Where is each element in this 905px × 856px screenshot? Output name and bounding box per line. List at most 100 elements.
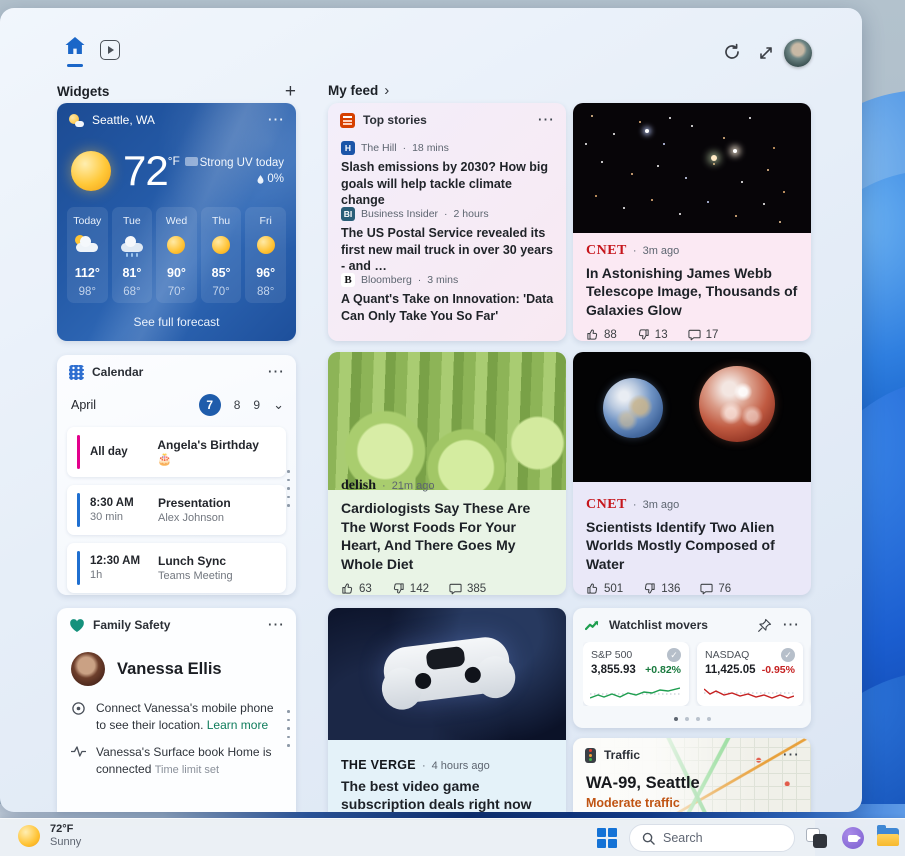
news-card-galaxies[interactable]: CNET ·3m ago In Astonishing James Webb T… <box>573 103 811 341</box>
ticker-sp500[interactable]: S&P 500✓ 3,855.93+0.82% <box>583 642 689 706</box>
thumb-down-icon <box>637 328 650 341</box>
headline[interactable]: The best video game subscription deals r… <box>341 777 553 812</box>
pin-button[interactable] <box>755 616 773 634</box>
learn-more-link[interactable]: Learn more <box>207 718 268 732</box>
watchlist-pagination[interactable] <box>573 717 811 721</box>
like-button[interactable]: 501 <box>586 582 623 595</box>
traffic-more-button[interactable]: ⋯ <box>782 746 799 763</box>
headline[interactable]: In Astonishing James Webb Telescope Imag… <box>586 264 798 319</box>
refresh-icon <box>723 43 741 61</box>
calendar-month: April <box>71 398 96 412</box>
taskbar-condition: Sunny <box>50 836 81 848</box>
widgets-panel: Widgets + My feed › Seattle, WA ⋯ 72 °F … <box>0 8 862 812</box>
weather-location: Seattle, WA <box>92 113 155 127</box>
weather-more-button[interactable]: ⋯ <box>267 111 284 128</box>
news-card-delish[interactable]: delish ·21m ago Cardiologists Say These … <box>328 352 566 595</box>
search-icon <box>642 832 655 845</box>
sun-icon <box>71 151 111 191</box>
traffic-route: WA-99, Seattle <box>586 774 700 793</box>
calendar-day[interactable]: 9 <box>253 398 260 412</box>
see-full-forecast-link[interactable]: See full forecast <box>57 315 296 329</box>
calendar-day[interactable]: 8 <box>234 398 241 412</box>
add-widget-button[interactable]: + <box>285 82 296 101</box>
watchlist-more-button[interactable]: ⋯ <box>782 616 799 633</box>
taskbar: 72°F Sunny <box>0 818 905 856</box>
refresh-button[interactable] <box>721 41 743 63</box>
dislike-button[interactable]: 136 <box>643 582 680 595</box>
like-button[interactable]: 88 <box>586 328 617 341</box>
calendar-event[interactable]: All day Angela's Birthday 🎂 <box>67 427 286 477</box>
chat-button[interactable] <box>842 827 864 849</box>
family-safety-heart-icon <box>69 618 85 633</box>
weather-widget[interactable]: Seattle, WA ⋯ 72 °F Strong UV today 0% T… <box>57 103 296 341</box>
dislike-button[interactable]: 13 <box>637 328 668 341</box>
calendar-event[interactable]: 8:30 AM30 min PresentationAlex Johnson <box>67 485 286 535</box>
family-member-name: Vanessa Ellis <box>117 660 222 679</box>
chevron-down-icon[interactable]: ⌄ <box>273 397 284 413</box>
sunny-icon <box>167 236 185 254</box>
family-device-text: Vanessa's Surface book Home is connected… <box>96 744 278 779</box>
ticker-nasdaq[interactable]: NASDAQ✓ 11,425.05-0.95% <box>697 642 803 706</box>
start-button[interactable] <box>597 828 617 848</box>
calendar-day-selected[interactable]: 7 <box>199 394 221 416</box>
temperature-unit: °F <box>168 154 180 168</box>
calendar-title: Calendar <box>92 365 143 379</box>
family-safety-widget[interactable]: Family Safety ⋯ Vanessa Ellis Connect Va… <box>57 608 296 812</box>
controller-image <box>328 608 566 740</box>
air-quality-chip-icon <box>185 157 198 166</box>
red-planet <box>699 366 775 442</box>
forecast-row: Today 112° 98° Tue 81° 68° Wed 90° 70° T… <box>67 207 286 303</box>
event-color-bar <box>77 435 80 469</box>
entertainment-tab[interactable] <box>100 40 120 60</box>
story-item[interactable]: H The Hill·18 mins Slash emissions by 20… <box>341 141 554 209</box>
calendar-widget[interactable]: Calendar ⋯ April 7 8 9 ⌄ All day Angela'… <box>57 355 296 595</box>
calendar-event[interactable]: 12:30 AM1h Lunch SyncTeams Meeting <box>67 543 286 593</box>
family-scroll-indicator[interactable] <box>287 710 290 747</box>
traffic-widget[interactable]: Traffic ⋯ WA-99, Seattle Moderate traffi… <box>573 738 811 812</box>
story-item[interactable]: B Bloomberg·3 mins A Quant's Take on Inn… <box>341 273 554 324</box>
dislike-button[interactable]: 142 <box>392 582 429 595</box>
comments-button[interactable]: 385 <box>449 582 486 595</box>
widgets-section-header: Widgets + <box>57 82 296 101</box>
news-card-verge[interactable]: THE VERGE ·4 hours ago The best video ga… <box>328 608 566 812</box>
search-input[interactable] <box>663 831 773 845</box>
taskbar-weather[interactable]: 72°F Sunny <box>18 823 81 848</box>
story-item[interactable]: BI Business Insider·2 hours The US Posta… <box>341 207 554 275</box>
traffic-light-icon <box>585 748 596 763</box>
comments-button[interactable]: 17 <box>688 328 719 341</box>
watchlist-widget[interactable]: Watchlist movers ⋯ S&P 500✓ 3,855.93+0.8… <box>573 608 811 728</box>
family-more-button[interactable]: ⋯ <box>267 616 284 633</box>
calendar-scroll-indicator[interactable] <box>287 470 290 507</box>
news-card-planets[interactable]: CNET ·3m ago Scientists Identify Two Ali… <box>573 352 811 595</box>
comment-icon <box>688 328 701 341</box>
thumb-up-icon <box>586 582 599 595</box>
expand-icon <box>758 45 774 61</box>
my-feed-header[interactable]: My feed › <box>328 82 389 99</box>
galaxy-image <box>573 103 811 233</box>
cnet-logo: CNET <box>586 243 627 259</box>
current-temperature: 72 <box>123 150 168 192</box>
the-hill-logo: H <box>341 141 355 155</box>
top-stories-more-button[interactable]: ⋯ <box>537 111 554 128</box>
user-avatar[interactable] <box>784 39 812 67</box>
forecast-day: Tue 81° 68° <box>112 207 153 303</box>
comment-icon <box>449 582 462 595</box>
sunny-icon <box>257 236 275 254</box>
task-view-button[interactable] <box>806 828 827 848</box>
family-location-text: Connect Vanessa's mobile phone to see th… <box>96 700 278 735</box>
headline[interactable]: Scientists Identify Two Alien Worlds Mos… <box>586 518 798 573</box>
comments-button[interactable]: 76 <box>700 582 731 595</box>
taskbar-search[interactable] <box>629 824 795 852</box>
expand-button[interactable] <box>756 43 776 63</box>
forecast-day: Today 112° 98° <box>67 207 108 303</box>
calendar-more-button[interactable]: ⋯ <box>267 363 284 380</box>
home-tab[interactable] <box>63 36 87 67</box>
droplet-icon <box>257 175 264 184</box>
headline[interactable]: Cardiologists Say These Are The Worst Fo… <box>341 499 553 573</box>
like-button[interactable]: 63 <box>341 582 372 595</box>
play-icon <box>108 46 114 54</box>
chevron-right-icon: › <box>384 82 389 99</box>
top-stories-card[interactable]: Top stories ⋯ H The Hill·18 mins Slash e… <box>328 103 566 341</box>
video-chat-icon <box>848 835 858 842</box>
file-explorer-button[interactable] <box>877 828 899 846</box>
